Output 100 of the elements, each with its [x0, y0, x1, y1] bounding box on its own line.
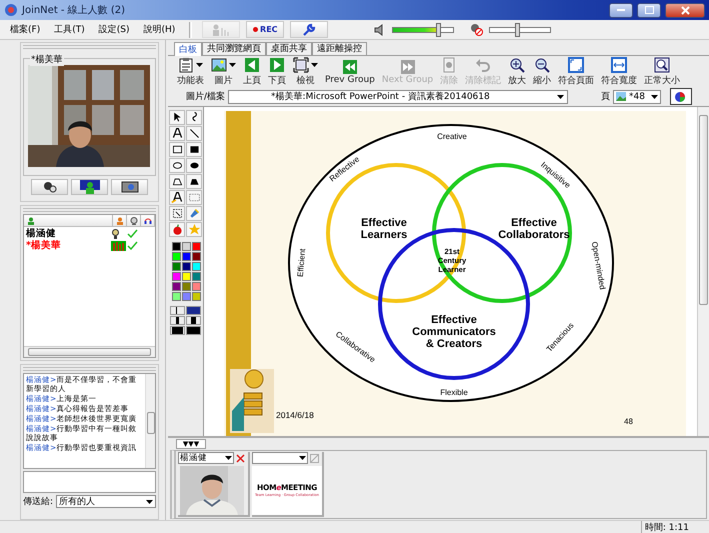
color-swatch[interactable] — [172, 242, 181, 251]
color-swatch[interactable] — [182, 282, 191, 291]
color-picker-button[interactable] — [670, 88, 692, 106]
drawing-tool-button[interactable] — [169, 190, 185, 205]
toolbar-button[interactable]: 功能表 — [174, 56, 207, 87]
menu-item[interactable]: 檔案(F) — [6, 23, 44, 36]
maximize-button[interactable] — [637, 2, 661, 18]
color-swatch[interactable] — [172, 272, 181, 281]
drawing-tool-button[interactable] — [169, 126, 185, 141]
camera-view-button[interactable] — [31, 179, 68, 195]
color-swatch[interactable] — [182, 242, 191, 251]
color-swatch[interactable] — [182, 272, 191, 281]
line-width-button[interactable] — [170, 326, 185, 335]
drawing-tool-button[interactable] — [169, 142, 185, 157]
check-icon — [127, 229, 138, 238]
menu-item[interactable]: 工具(T) — [50, 23, 89, 36]
apple-icon-icon — [170, 222, 184, 236]
color-swatch[interactable] — [192, 252, 201, 261]
tab[interactable]: 白板 — [174, 42, 202, 56]
color-swatch[interactable] — [192, 282, 201, 291]
drawing-tool-button[interactable] — [169, 158, 185, 173]
color-swatch[interactable] — [182, 252, 191, 261]
participant-name[interactable]: 楊涵健 — [26, 227, 111, 240]
file-dropdown[interactable]: *楊美華:Microsoft PowerPoint - 資訊素養20140618 — [228, 90, 568, 104]
color-swatch[interactable] — [172, 252, 181, 261]
user-video-button[interactable] — [71, 179, 108, 195]
minimize-button[interactable] — [609, 2, 633, 18]
user-icon — [80, 180, 100, 194]
drawing-tool-button[interactable] — [186, 110, 202, 125]
menu-item[interactable]: 設定(S) — [94, 23, 134, 36]
toolbar-button[interactable]: 正常大小 — [641, 56, 684, 87]
video-title: *楊美華 — [30, 53, 64, 66]
close-button[interactable] — [665, 2, 705, 18]
star-icon-icon — [188, 222, 200, 236]
line-width-button[interactable] — [186, 326, 201, 335]
toolbar-button[interactable]: 檢視 — [290, 56, 321, 87]
person-icon — [27, 216, 35, 224]
color-swatch[interactable] — [182, 262, 191, 271]
line-width-button[interactable] — [170, 306, 185, 315]
participant-name[interactable]: *楊美華 — [26, 239, 111, 252]
toolbar-button[interactable]: 符合寬度 — [598, 56, 640, 87]
send-to-label: 傳送給: — [23, 496, 54, 508]
close-icon[interactable] — [236, 454, 245, 463]
color-swatch[interactable] — [172, 262, 181, 271]
toolbar-button[interactable]: Prev Group — [322, 58, 378, 86]
settings-button[interactable] — [290, 21, 328, 38]
coin-stack-drawing — [230, 368, 274, 433]
drawing-tool-button[interactable] — [186, 174, 202, 189]
close-icon — [680, 6, 690, 14]
vertical-scrollbar[interactable] — [697, 106, 709, 436]
menu-item[interactable]: 說明(H) — [139, 23, 180, 36]
slide-date: 2014/6/18 — [276, 410, 314, 420]
circle-title: Communicators — [412, 326, 496, 338]
color-swatch[interactable] — [172, 282, 181, 291]
image-icon — [616, 92, 626, 102]
webcam-icon — [130, 216, 138, 224]
color-swatch[interactable] — [192, 262, 201, 271]
snapshot-button[interactable] — [111, 179, 148, 195]
trait-label: Flexible — [440, 388, 468, 397]
toolbar-button[interactable]: 上頁 — [240, 56, 264, 87]
line-width-button[interactable] — [186, 316, 201, 325]
color-swatch[interactable] — [192, 242, 201, 251]
line-width-button[interactable] — [186, 306, 201, 315]
caret-icon — [146, 500, 153, 504]
color-swatch[interactable] — [172, 292, 181, 301]
circle-title: Learners — [360, 228, 408, 241]
toolbar-button[interactable]: 符合頁面 — [555, 56, 598, 87]
page-dropdown[interactable]: *48 — [613, 90, 662, 104]
color-swatch[interactable] — [192, 272, 201, 281]
tab[interactable]: 共同瀏覽網頁 — [202, 42, 266, 55]
drawing-tool-button[interactable] — [169, 110, 185, 125]
vertical-scrollbar[interactable] — [145, 374, 155, 468]
color-swatch[interactable] — [182, 292, 191, 301]
tab[interactable]: 桌面共享 — [266, 42, 312, 55]
toolbar-button[interactable]: 縮小 — [530, 56, 554, 87]
chat-input-field[interactable] — [23, 471, 156, 493]
circle-title: & Creators — [426, 338, 482, 350]
window-title: JoinNet - 線上人數 (2) — [22, 4, 126, 17]
horizontal-scrollbar[interactable] — [24, 346, 155, 357]
tab[interactable]: 遠距離操控 — [312, 42, 367, 55]
drawing-tool-button[interactable] — [186, 142, 202, 157]
drawing-tool-button[interactable] — [186, 158, 202, 173]
recipient-dropdown[interactable]: 所有的人 — [56, 495, 156, 508]
circle-title: Effective — [511, 216, 557, 229]
color-swatch[interactable] — [192, 292, 201, 301]
drawing-tool-button[interactable] — [186, 126, 202, 141]
headset-icon — [144, 216, 152, 224]
frame-icon — [293, 57, 309, 74]
drawing-tool-button[interactable] — [169, 174, 185, 189]
record-button[interactable]: REC — [246, 21, 284, 38]
toolbar-button[interactable]: 放大 — [505, 56, 530, 87]
video-source-dropdown[interactable] — [252, 452, 308, 464]
person-icon — [116, 216, 124, 224]
microphone-muted-icon — [470, 23, 484, 36]
toolbar-button[interactable]: 下頁 — [265, 56, 289, 87]
highlighter-tool-icon — [170, 190, 184, 204]
toolbar-button[interactable]: 圖片 — [208, 56, 239, 87]
drawing-tool-button[interactable] — [169, 206, 185, 221]
video-source-dropdown[interactable]: 楊涵健 — [178, 452, 234, 464]
line-width-button[interactable] — [170, 316, 185, 325]
